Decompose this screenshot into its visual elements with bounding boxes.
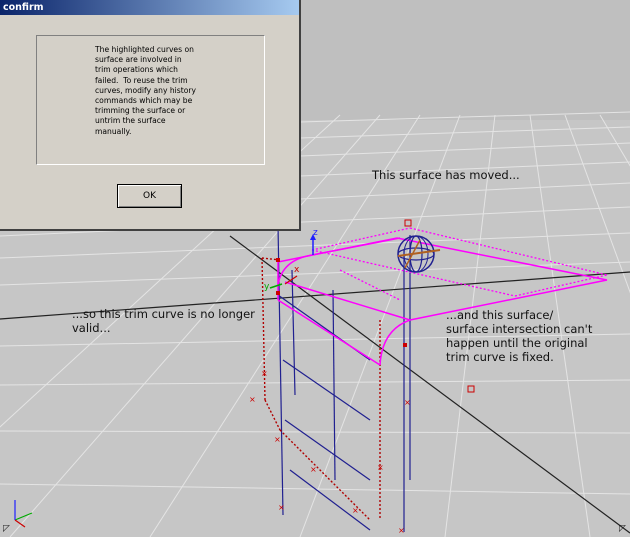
ok-button[interactable]: OK	[117, 184, 182, 208]
svg-text:×: ×	[249, 395, 256, 404]
confirm-dialog: confirm The highlighted curves on surfac…	[0, 0, 301, 231]
annotation-surface-moved: This surface has moved...	[372, 168, 520, 182]
svg-text:×: ×	[352, 506, 359, 515]
view-axis-indicator	[14, 500, 33, 528]
z-axis-label: z	[313, 228, 318, 238]
svg-text:×: ×	[278, 503, 285, 512]
corner-resize-icon-left: ◸	[3, 524, 10, 534]
y-axis-label: y	[264, 282, 270, 292]
dialog-title[interactable]: confirm	[0, 0, 299, 15]
message-panel: The highlighted curves on surface are in…	[36, 35, 265, 165]
corner-resize-icon-right: ◸	[619, 524, 626, 534]
annotation-trim-curve: ...so this trim curve is no longer valid…	[72, 307, 255, 335]
svg-text:×: ×	[404, 398, 411, 407]
svg-text:×: ×	[398, 526, 405, 535]
svg-text:×: ×	[274, 435, 281, 444]
svg-text:×: ×	[377, 463, 384, 472]
dialog-message: The highlighted curves on surface are in…	[95, 45, 196, 136]
svg-text:×: ×	[261, 369, 268, 378]
annotation-intersection: ...and this surface/ surface intersectio…	[446, 308, 593, 364]
svg-text:×: ×	[310, 465, 317, 474]
x-axis-label: x	[294, 265, 300, 275]
